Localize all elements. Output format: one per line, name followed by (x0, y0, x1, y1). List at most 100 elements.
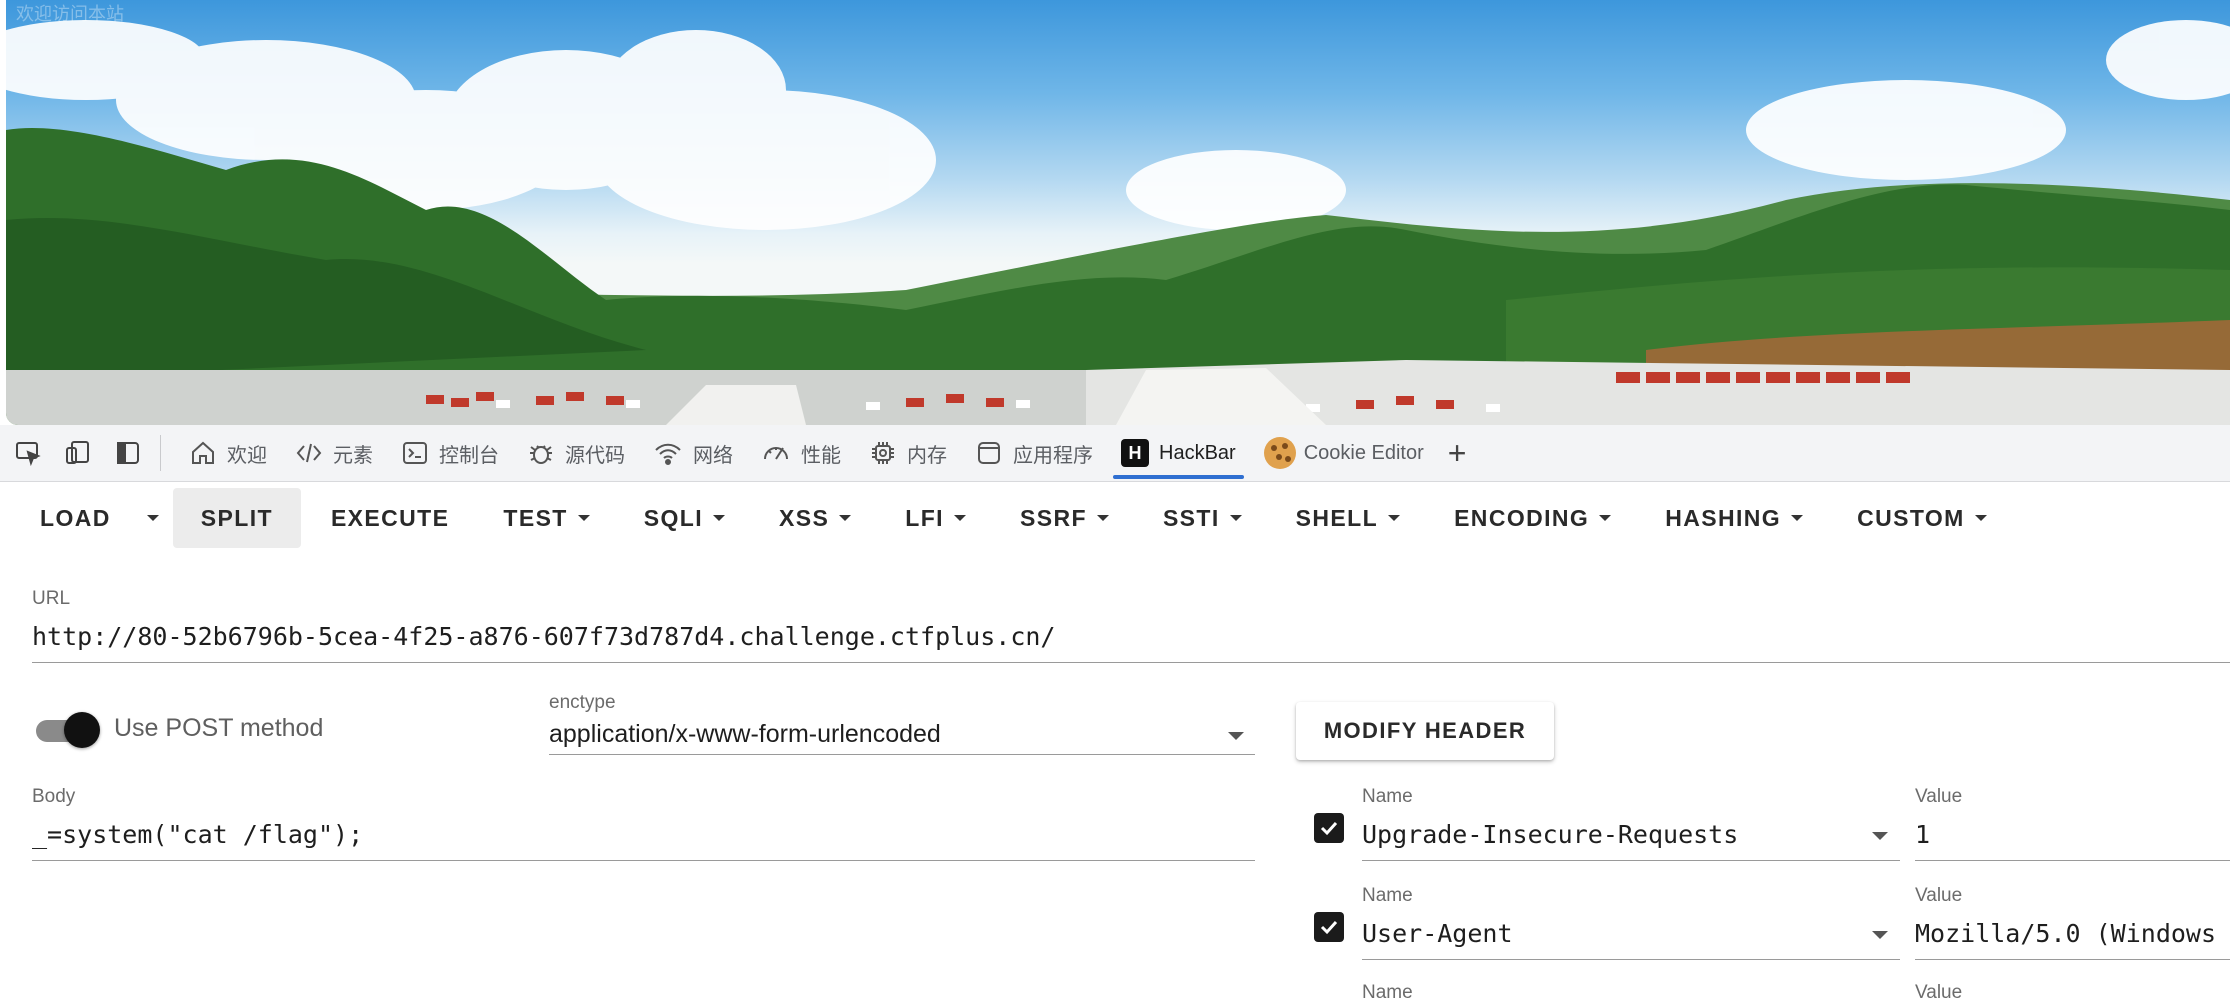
ssti-menu-label: SSTI (1162, 504, 1220, 531)
app-icon (978, 442, 1000, 464)
page-faded-title: 欢迎访问本站 (16, 4, 124, 24)
tab-performance[interactable]: 性能 (747, 425, 855, 481)
page-banner-image: 欢迎访问本站 (6, 0, 2230, 425)
hackbar-toolbar: LOAD SPLIT EXECUTE TEST SQLI XSS LFI SSR… (0, 482, 2230, 554)
tab-cookie-editor[interactable]: Cookie Editor (1250, 425, 1438, 481)
tab-welcome[interactable]: 欢迎 (175, 425, 281, 481)
chevron-down-icon (1872, 931, 1888, 939)
body-underline (32, 860, 1255, 861)
modify-header-button[interactable]: MODIFY HEADER (1296, 702, 1554, 760)
xss-menu-label: XSS (779, 504, 830, 531)
code-icon (296, 443, 322, 463)
tab-network-label: 网络 (693, 444, 733, 467)
home-icon (192, 441, 214, 464)
test-menu[interactable]: TEST (483, 488, 609, 548)
header-2-name-underline (1362, 959, 1900, 960)
header-2-name-input[interactable]: User-Agent (1362, 919, 1862, 948)
ssrf-menu[interactable]: SSRF (1000, 488, 1129, 548)
checkmark-icon (1320, 821, 1338, 836)
chevron-down-icon (953, 515, 966, 521)
url-underline (32, 662, 2230, 663)
wifi-icon (655, 443, 681, 465)
header-1-name-input[interactable]: Upgrade-Insecure-Requests (1362, 820, 1862, 849)
ssti-menu[interactable]: SSTI (1143, 488, 1262, 548)
enctype-underline (549, 754, 1255, 755)
tab-console-label: 控制台 (439, 444, 499, 467)
shell-menu[interactable]: SHELL (1276, 488, 1420, 548)
device-emulation-icon[interactable] (56, 431, 100, 475)
tab-memory-label: 内存 (907, 444, 947, 467)
add-tab-button[interactable]: + (1438, 425, 1477, 481)
url-label: URL (32, 588, 71, 609)
tab-cookie-editor-label: Cookie Editor (1303, 441, 1424, 464)
console-icon (403, 442, 427, 464)
header-2-value-underline (1915, 959, 2230, 960)
tab-hackbar-label: HackBar (1159, 441, 1236, 464)
chevron-down-icon (1599, 515, 1612, 521)
tab-application[interactable]: 应用程序 (961, 425, 1107, 481)
header-1-value-underline (1915, 860, 2230, 861)
enctype-select[interactable]: application/x-www-form-urlencoded (549, 720, 1199, 749)
custom-menu[interactable]: CUSTOM (1837, 488, 2007, 548)
hackbar-logo-icon: H (1121, 439, 1149, 467)
chevron-down-icon (839, 515, 852, 521)
chevron-down-icon (146, 515, 159, 521)
encoding-menu-label: ENCODING (1454, 504, 1590, 531)
chevron-down-icon (1388, 515, 1401, 521)
chevron-down-icon (1229, 515, 1242, 521)
chip-icon (872, 442, 894, 464)
tab-elements[interactable]: 元素 (281, 425, 387, 481)
load-button[interactable]: LOAD (0, 488, 133, 548)
header-1-name-underline (1362, 860, 1900, 861)
inspect-element-icon[interactable] (6, 431, 50, 475)
xss-menu[interactable]: XSS (759, 488, 871, 548)
chevron-down-icon (577, 515, 590, 521)
encoding-menu[interactable]: ENCODING (1434, 488, 1631, 548)
header-3-value-label: Value (1915, 982, 1963, 1003)
chevron-down-icon (1096, 515, 1109, 521)
chevron-down-icon (1974, 515, 1987, 521)
sqli-menu[interactable]: SQLI (624, 488, 745, 548)
post-method-toggle[interactable] (34, 712, 100, 748)
header-3-name-label: Name (1362, 982, 1413, 1003)
tab-memory[interactable]: 内存 (855, 425, 961, 481)
hashing-menu-label: HASHING (1665, 504, 1782, 531)
header-2-value-input[interactable]: Mozilla/5.0 (Windows (1915, 919, 2230, 948)
header-2-checkbox[interactable] (1314, 912, 1344, 942)
enctype-label: enctype (549, 692, 616, 713)
tab-console[interactable]: 控制台 (387, 425, 513, 481)
test-menu-label: TEST (503, 504, 568, 531)
dock-panel-icon[interactable] (106, 431, 150, 475)
tab-sources[interactable]: 源代码 (513, 425, 639, 481)
sqli-menu-label: SQLI (643, 504, 704, 531)
header-1-value-input[interactable]: 1 (1915, 820, 2230, 849)
modify-header-label: MODIFY HEADER (1323, 718, 1527, 743)
split-button[interactable]: SPLIT (172, 488, 301, 548)
tab-hackbar[interactable]: H HackBar (1107, 425, 1250, 481)
lfi-menu[interactable]: LFI (885, 488, 986, 548)
body-input[interactable]: _=system("cat /flag"); (32, 820, 1252, 849)
tab-network[interactable]: 网络 (639, 425, 747, 481)
load-label: LOAD (40, 504, 111, 531)
split-label: SPLIT (200, 504, 273, 531)
plus-icon: + (1447, 434, 1467, 471)
header-1-checkbox[interactable] (1314, 813, 1344, 843)
header-1-name-label: Name (1362, 786, 1413, 807)
load-dropdown-button[interactable] (133, 488, 165, 548)
devtools-tab-strip: 欢迎 元素 控制台 源代码 网络 性能 内存 应用程序 H HackBar Co… (0, 425, 2230, 482)
shell-menu-label: SHELL (1295, 504, 1379, 531)
tab-elements-label: 元素 (333, 444, 373, 467)
chevron-down-icon (1228, 732, 1244, 740)
chevron-down-icon (1872, 832, 1888, 840)
cookie-icon (1263, 437, 1296, 469)
hashing-menu[interactable]: HASHING (1645, 488, 1823, 548)
header-1-value-label: Value (1915, 786, 1963, 807)
execute-button[interactable]: EXECUTE (311, 488, 469, 548)
gauge-icon (764, 447, 788, 460)
body-label: Body (32, 786, 76, 807)
tab-performance-label: 性能 (801, 444, 841, 467)
url-input[interactable]: http://80-52b6796b-5cea-4f25-a876-607f73… (32, 622, 2222, 651)
lfi-menu-label: LFI (905, 504, 944, 531)
checkmark-icon (1320, 920, 1338, 935)
tab-strip-divider (160, 435, 161, 471)
